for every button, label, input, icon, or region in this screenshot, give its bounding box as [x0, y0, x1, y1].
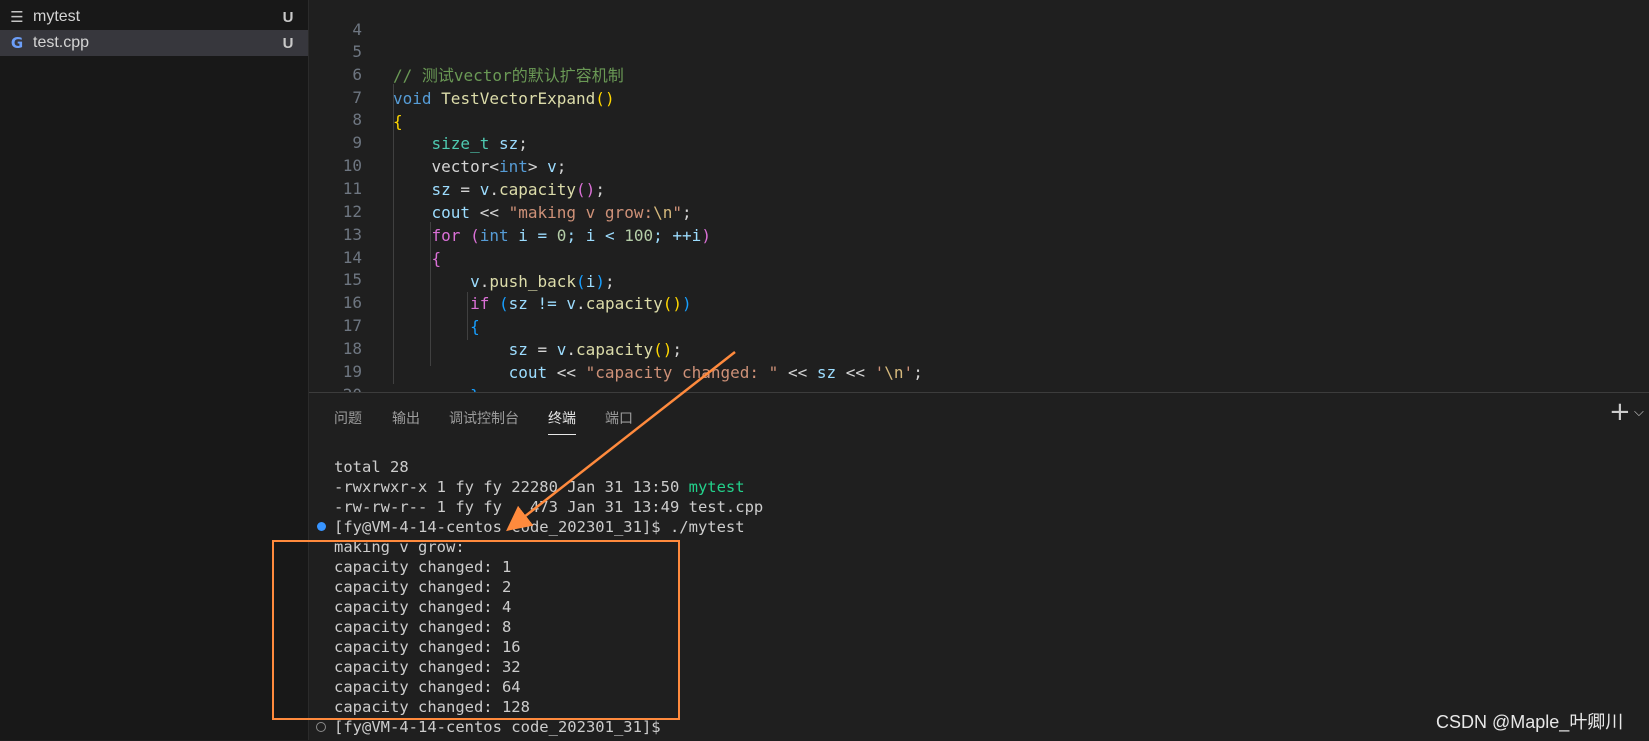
code-line: 9 vector<int> v;: [309, 107, 1649, 176]
terminal-line: capacity changed: 1: [334, 558, 512, 576]
terminal-prompt-line: [fy@VM-4-14-centos code_202301_31]$: [334, 718, 661, 736]
chevron-down-icon[interactable]: ⌵: [1634, 405, 1644, 420]
cpp-file-icon: G: [10, 34, 24, 52]
code-line: 8 size_t sz;: [309, 84, 1649, 153]
terminal-line: capacity changed: 64: [334, 678, 521, 696]
terminal-line: capacity changed: 4: [334, 598, 512, 616]
terminal-line-text: -rwxrwxr-x 1 fy fy 22280 Jan 31 13:50: [334, 478, 689, 496]
executable-name: mytest: [688, 478, 745, 496]
line-number: 20: [309, 383, 362, 392]
terminal-line: capacity changed: 128: [334, 698, 530, 716]
watermark: CSDN @Maple_叶卿川: [1436, 712, 1624, 732]
file-name: mytest: [33, 8, 81, 25]
git-untracked-badge: U: [282, 34, 294, 52]
terminal-line: capacity changed: 16: [334, 638, 521, 656]
tab-terminal[interactable]: 终端: [548, 406, 576, 435]
terminal-line: total 28: [334, 458, 409, 476]
terminal-line: making v grow:: [334, 538, 465, 556]
file-lines-icon: ☰: [10, 8, 24, 26]
code-line: 7 {: [309, 62, 1649, 131]
terminal-line: -rwxrwxr-x 1 fy fy 22280 Jan 31 13:50 my…: [334, 477, 745, 497]
command-pending-dot-icon: [316, 722, 326, 732]
code-line: 20 }: [309, 359, 1649, 392]
command-success-dot-icon: [317, 522, 326, 531]
code-line: 19 }: [309, 336, 1649, 392]
tab-ports[interactable]: 端口: [605, 406, 633, 430]
code-editor[interactable]: 4 5 // 测试vector的默认扩容机制 6 void TestVector…: [309, 0, 1649, 392]
tab-debug-console[interactable]: 调试控制台: [449, 406, 519, 430]
file-name: test.cpp: [33, 34, 90, 51]
code-line: 13 {: [309, 199, 1649, 268]
explorer-sidebar: ☰ mytest U G test.cpp U: [0, 0, 309, 740]
terminal-line: capacity changed: 2: [334, 578, 512, 596]
explorer-item-test-cpp[interactable]: G test.cpp U: [0, 30, 308, 56]
code-text: }: [393, 384, 480, 392]
explorer-item-mytest[interactable]: ☰ mytest U: [0, 4, 308, 30]
new-terminal-plus-icon[interactable]: +: [1609, 397, 1631, 427]
code-line: 12 for (int i = 0; i < 100; ++i): [309, 176, 1649, 245]
tab-problems[interactable]: 问题: [334, 406, 362, 430]
code-line: 18 cout << "capacity changed: " << sz <<…: [309, 313, 1649, 382]
tab-output[interactable]: 输出: [392, 406, 420, 430]
code-line: 15 if (sz != v.capacity()): [309, 244, 1649, 313]
terminal-prompt-line: [fy@VM-4-14-centos code_202301_31]$ ./my…: [334, 518, 745, 536]
code-line: 5 // 测试vector的默认扩容机制: [309, 16, 1649, 85]
code-line: 14 v.push_back(i);: [309, 222, 1649, 291]
code-line: 17 sz = v.capacity();: [309, 290, 1649, 359]
terminal-line: capacity changed: 8: [334, 618, 512, 636]
code-line: 16 {: [309, 267, 1649, 336]
code-line: 11 cout << "making v grow:\n";: [309, 153, 1649, 222]
code-line: 10 sz = v.capacity();: [309, 130, 1649, 199]
terminal-line: -rw-rw-r-- 1 fy fy 473 Jan 31 13:49 test…: [334, 498, 764, 516]
git-untracked-badge: U: [282, 8, 294, 26]
code-line: 6 void TestVectorExpand(): [309, 39, 1649, 108]
terminal-line: capacity changed: 32: [334, 658, 521, 676]
bottom-panel: 问题 输出 调试控制台 终端 端口 + ⌵ total 28 -rwxrwxr-…: [309, 392, 1649, 741]
